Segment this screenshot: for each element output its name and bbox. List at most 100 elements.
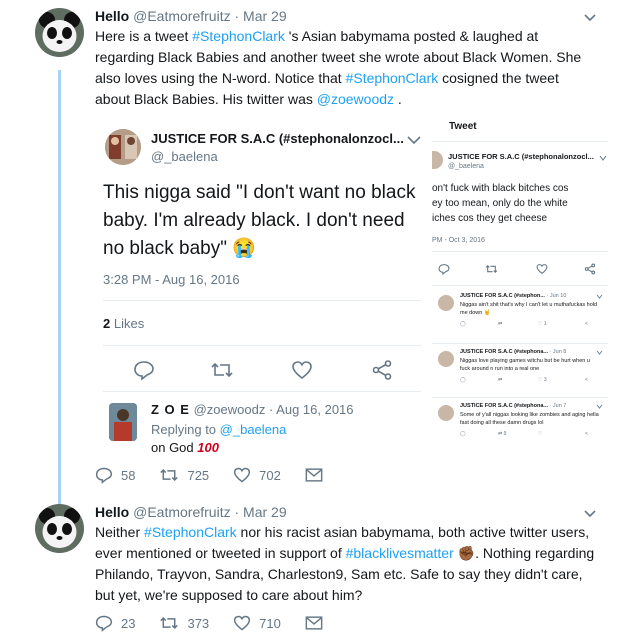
tweet-page-header: Tweet xyxy=(449,121,477,132)
display-name[interactable]: Hello xyxy=(95,8,129,24)
panda-avatar xyxy=(35,504,84,553)
embedded-tweet-text: on't fuck with black bitches cos ey too … xyxy=(432,181,608,226)
mini-text: Niggas love playing games witchu but be … xyxy=(460,358,590,372)
chevron-down-icon[interactable] xyxy=(584,12,596,24)
embedded-actions xyxy=(432,263,608,277)
replying-to: Replying to @_baelena xyxy=(151,422,286,437)
like-icon xyxy=(292,361,312,380)
embedded-timestamp: PM - Oct 3, 2016 xyxy=(432,237,485,244)
like-button[interactable]: 710 xyxy=(233,614,281,632)
text-segment: . xyxy=(394,91,402,107)
divider xyxy=(103,300,421,301)
chevron-down-icon xyxy=(407,136,421,145)
embedded-handle: @_baelena xyxy=(151,149,218,164)
like-button[interactable]: 702 xyxy=(233,466,281,484)
chevron-down-icon xyxy=(596,404,603,409)
retweet-button[interactable]: 725 xyxy=(159,466,209,484)
tweet-actions: 58 725 702 xyxy=(95,463,355,487)
chevron-down-icon[interactable] xyxy=(584,508,596,520)
reply-text: on God 100 xyxy=(151,440,219,453)
text-segment: Here is a tweet xyxy=(95,28,193,44)
mini-name: JUSTICE FOR S.A.C (#stephon... xyxy=(460,293,545,299)
display-name[interactable]: Hello xyxy=(95,504,129,520)
like-count: 710 xyxy=(259,615,281,631)
hashtag-link[interactable]: @zoewoodz xyxy=(317,91,394,107)
divider xyxy=(432,251,608,252)
reply-count: 58 xyxy=(121,467,136,483)
tweet-date[interactable]: Mar 29 xyxy=(243,504,287,520)
reply-display-name: Z O E xyxy=(151,402,190,417)
dot-separator: · xyxy=(230,8,244,24)
dot-separator: · xyxy=(265,402,277,417)
embedded-tweet-screenshot-2[interactable]: Tweet JUSTICE FOR S.A.C (#stephonalonzoc… xyxy=(432,119,608,451)
hashtag-link[interactable]: #StephonClark xyxy=(144,524,237,540)
hashtag-link[interactable]: #StephonClark xyxy=(192,28,285,44)
like-icon xyxy=(536,264,548,275)
hundred-emoji: 100 xyxy=(197,440,219,453)
chevron-down-icon xyxy=(599,155,607,161)
direct-message-button[interactable] xyxy=(305,615,331,631)
author-avatar xyxy=(438,295,454,311)
mini-text: Niggas ain't shit that's why I can't let… xyxy=(460,302,598,316)
tweet-actions: 23 373 710 xyxy=(95,611,355,635)
reply-icon xyxy=(95,615,113,632)
author-avatar xyxy=(438,405,454,421)
user-avatar[interactable] xyxy=(35,8,84,57)
reply-button[interactable]: 23 xyxy=(95,614,135,632)
divider xyxy=(432,343,608,344)
text-line: on't fuck with black bitches cos xyxy=(432,183,569,194)
retweet-icon xyxy=(160,617,179,629)
divider xyxy=(432,285,608,286)
reply-count: 23 xyxy=(121,615,136,631)
author-avatar xyxy=(105,129,141,165)
reply-icon xyxy=(95,467,113,484)
replying-handle: @_baelena xyxy=(219,422,287,437)
share-icon xyxy=(372,360,392,380)
panda-avatar xyxy=(35,8,84,57)
tweet-date[interactable]: Mar 29 xyxy=(243,8,287,24)
retweet-icon xyxy=(160,469,179,481)
reply-header: Z O E @zoewoodz · Aug 16, 2016 xyxy=(151,402,354,417)
embedded-likes: 2 Likes xyxy=(103,316,144,331)
tweet-1[interactable]: Hello @Eatmorefruitz · Mar 29 Here is a … xyxy=(0,0,635,490)
mini-header: JUSTICE FOR S.A.C (#stephon... · Jun 10 xyxy=(460,293,566,299)
retweet-button[interactable]: 373 xyxy=(159,614,209,632)
direct-message-button[interactable] xyxy=(305,467,331,483)
reply-icon xyxy=(438,264,450,275)
retweet-count: 373 xyxy=(187,615,210,631)
user-handle[interactable]: @Eatmorefruitz xyxy=(133,504,230,520)
hashtag-link[interactable]: #StephonClark xyxy=(346,70,439,86)
text-line: ey too mean, only do the white xyxy=(432,198,568,209)
chevron-down-icon xyxy=(596,294,603,299)
reply-author-avatar xyxy=(109,403,137,441)
mini-actions: ◯ ⇄ ♡ 1 < xyxy=(460,321,588,327)
reply-button[interactable]: 58 xyxy=(95,466,135,484)
embedded-tweet-text: This nigga said "I don't want no black b… xyxy=(103,182,416,259)
divider xyxy=(432,141,608,142)
divider xyxy=(432,397,608,398)
reply-date: Aug 16, 2016 xyxy=(276,402,354,417)
divider xyxy=(103,345,421,346)
author-avatar xyxy=(438,351,454,367)
mini-likes: 9 xyxy=(503,431,507,437)
user-handle[interactable]: @Eatmorefruitz xyxy=(133,8,230,24)
retweet-count: 725 xyxy=(187,467,210,483)
mini-tweet: JUSTICE FOR S.A.C (#stephon... · Jun 10 … xyxy=(432,289,608,343)
reply-handle: @zoewoodz xyxy=(193,402,266,417)
dot-separator: · xyxy=(230,504,244,520)
mini-tweet: JUSTICE FOR S.A.C (#stephona... · Jun 8 … xyxy=(432,345,608,399)
mini-header: JUSTICE FOR S.A.C (#stephona... · Jun 7 xyxy=(460,403,566,409)
hashtag-link[interactable]: #blacklivesmatter xyxy=(346,545,454,561)
tweet-header: Hello @Eatmorefruitz · Mar 29 xyxy=(95,8,287,24)
retweet-icon xyxy=(211,362,233,378)
mini-name: JUSTICE FOR S.A.C (#stephona... xyxy=(460,349,549,355)
tweet-text: Neither #StephonClark nor his racist asi… xyxy=(95,522,595,606)
retweet-icon xyxy=(485,264,498,274)
embedded-tweet-screenshot[interactable]: JUSTICE FOR S.A.C (#stephonalonzocl... @… xyxy=(95,119,432,453)
mini-date: · Jun 8 xyxy=(549,349,567,355)
reply-text-body: on God xyxy=(151,440,198,453)
tweet-header: Hello @Eatmorefruitz · Mar 29 xyxy=(95,504,287,520)
user-avatar[interactable] xyxy=(35,504,84,553)
mini-likes: 3 xyxy=(543,377,547,383)
tweet-2[interactable]: Hello @Eatmorefruitz · Mar 29 Neither #S… xyxy=(0,490,635,635)
